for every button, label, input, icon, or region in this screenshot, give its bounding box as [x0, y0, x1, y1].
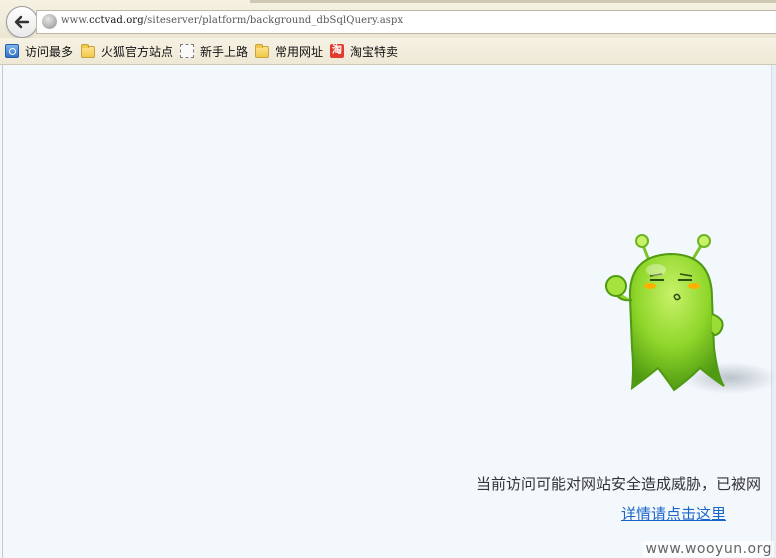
bookmark-most-visited[interactable]: 访问最多: [5, 43, 73, 59]
url-prefix: www.: [61, 15, 90, 26]
globe-icon: [42, 14, 57, 29]
tab-strip-edge: [250, 0, 776, 3]
bookmark-label: 常用网址: [275, 44, 324, 59]
arrow-left-icon: [14, 15, 30, 29]
bookmark-label: 新手上路: [200, 44, 249, 59]
url-path: /siteserver/platform/background_dbSqlQue…: [143, 15, 404, 26]
browser-window: www.cctvad.org/siteserver/platform/backg…: [0, 0, 776, 558]
url-domain: cctvad.org: [89, 15, 144, 26]
bookmarks-bar: 访问最多 火狐官方站点 新手上路 常用网址 淘 淘宝特卖: [0, 38, 776, 65]
security-warning-text: 当前访问可能对网站安全造成威胁，已被网: [476, 475, 762, 493]
bookmark-getting-started[interactable]: 新手上路: [180, 43, 248, 59]
bookmark-common-sites[interactable]: 常用网址: [255, 43, 323, 59]
folder-icon: [255, 44, 269, 58]
dotted-page-icon: [180, 44, 194, 58]
bookmark-label: 火狐官方站点: [101, 44, 174, 59]
back-button[interactable]: [6, 6, 38, 38]
taobao-icon: 淘: [330, 44, 344, 58]
search-icon: [5, 44, 19, 58]
folder-icon: [81, 44, 95, 58]
bookmark-label: 访问最多: [25, 44, 74, 59]
green-monster-mascot-icon: [605, 234, 776, 394]
bookmark-label: 淘宝特卖: [350, 44, 399, 59]
browser-toolbar: www.cctvad.org/siteserver/platform/backg…: [0, 0, 776, 39]
url-text[interactable]: www.cctvad.org/siteserver/platform/backg…: [61, 15, 403, 26]
bookmark-firefox-site[interactable]: 火狐官方站点: [81, 43, 173, 59]
bookmark-taobao[interactable]: 淘 淘宝特卖: [330, 43, 398, 59]
address-bar[interactable]: www.cctvad.org/siteserver/platform/backg…: [36, 10, 776, 34]
details-link[interactable]: 详情请点击这里: [621, 503, 726, 524]
watermark-text: www.wooyun.org: [643, 541, 774, 557]
